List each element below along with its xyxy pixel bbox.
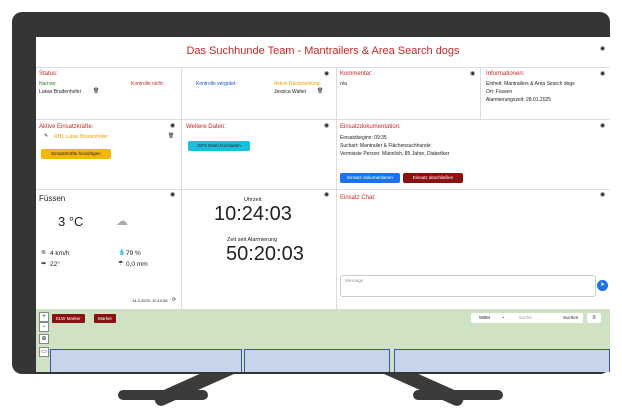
weather-humidity: 79 % bbox=[126, 250, 141, 257]
map-search-input[interactable]: Suche bbox=[519, 315, 532, 321]
search-area[interactable] bbox=[394, 349, 610, 372]
weather-wind: 4 km/h bbox=[50, 250, 70, 257]
zoom-in-button[interactable]: + bbox=[39, 312, 49, 322]
add-einsatzkraefte-button[interactable]: Einsatzkräfte hinzufügen bbox=[41, 149, 111, 159]
eye-icon[interactable]: ◉ bbox=[600, 122, 605, 129]
weather-rain: 0,0 mm bbox=[126, 261, 148, 268]
clock-time: 10:24:03 bbox=[214, 203, 292, 225]
status-person: Jessica Walter bbox=[274, 89, 307, 95]
divider bbox=[36, 189, 610, 190]
trash-icon[interactable]: 🗑 bbox=[317, 88, 323, 95]
tv-frame: Das Suchhunde Team - Mantrailers & Area … bbox=[12, 12, 610, 374]
map[interactable]: + − ⊕ ▭ ELW Marker Marker WBM ⌄ Suche Su… bbox=[36, 309, 610, 372]
zoom-out-button[interactable]: − bbox=[39, 322, 49, 332]
info-line: Alarmierungszeit: 28.01.2025 bbox=[486, 97, 552, 103]
trash-icon[interactable]: 🗑 bbox=[93, 88, 99, 95]
refresh-icon[interactable]: ⟳ bbox=[172, 297, 176, 304]
status-col-aktive: Aktive Rückmeldung: bbox=[274, 81, 321, 87]
kraefte-heading: Aktive Einsatzkräfte: bbox=[39, 124, 94, 130]
kommentar-heading: Kommentar: bbox=[340, 71, 373, 77]
search-area[interactable] bbox=[50, 349, 242, 372]
umbrella-icon: ☂ bbox=[118, 261, 124, 267]
einsatz-dokumentieren-button[interactable]: Einsatz dokumentieren bbox=[340, 173, 400, 183]
divider bbox=[181, 67, 182, 309]
chat-heading: Einsatz Chat: bbox=[340, 195, 376, 201]
wind-icon: ≋ bbox=[41, 250, 47, 256]
map-search-button[interactable]: Suchen bbox=[563, 315, 578, 321]
divider bbox=[480, 67, 481, 119]
kraefte-item: RH1 Lukas Brudenhofer bbox=[54, 134, 108, 140]
tv-stand-foot-left bbox=[118, 390, 208, 400]
eye-icon[interactable]: ◉ bbox=[600, 70, 605, 77]
eye-icon[interactable]: ◉ bbox=[170, 122, 175, 129]
gpx-upload-button[interactable]: GPX Datei hochladen bbox=[188, 141, 250, 151]
weitere-heading: Weitere Daten: bbox=[186, 124, 226, 130]
eye-icon[interactable]: ◉ bbox=[324, 122, 329, 129]
eye-icon[interactable]: ◉ bbox=[324, 191, 329, 198]
doku-line: Suchart: Mantrailer & Flächensuchhunde bbox=[340, 143, 431, 149]
chat-message-input[interactable]: Message bbox=[340, 275, 596, 297]
cloud-icon: ☁ bbox=[116, 214, 128, 228]
divider bbox=[36, 67, 610, 68]
eye-icon[interactable]: ◉ bbox=[600, 45, 605, 52]
marker-button[interactable]: Marker bbox=[94, 314, 117, 323]
eye-icon[interactable]: ◉ bbox=[170, 191, 175, 198]
dashboard-screen: Das Suchhunde Team - Mantrailers & Area … bbox=[36, 37, 610, 372]
map-layer-select[interactable]: WBM bbox=[479, 315, 490, 321]
weather-temp: 3 °C bbox=[58, 214, 84, 229]
tv-stand-foot-right bbox=[413, 390, 503, 400]
info-line: Ort: Füssen bbox=[486, 89, 513, 95]
map-control-icon[interactable]: ▭ bbox=[39, 347, 49, 357]
layers-icon[interactable]: ≡ bbox=[587, 313, 601, 323]
info-heading: Informationen: bbox=[486, 71, 525, 77]
eye-icon[interactable]: ◉ bbox=[600, 191, 605, 198]
trash-icon[interactable]: 🗑 bbox=[168, 133, 174, 140]
status-col-narrow: Narrow: bbox=[39, 81, 57, 87]
map-search-bar: WBM ⌄ Suche Suchen bbox=[471, 313, 583, 323]
weather-direction: 22° bbox=[50, 261, 60, 268]
send-icon[interactable]: ➤ bbox=[597, 280, 608, 291]
droplet-icon: 💧 bbox=[118, 250, 126, 256]
divider bbox=[36, 119, 610, 120]
divider bbox=[336, 67, 337, 309]
eye-icon[interactable]: ◉ bbox=[324, 70, 329, 77]
doku-line: Vermisste Person: Männlich, 85 Jahre, Di… bbox=[340, 151, 450, 157]
einsatz-abschliessen-button[interactable]: Einsatz abschließen bbox=[403, 173, 463, 183]
info-line: Einheit: Mantrailers & Area Search dogs bbox=[486, 81, 575, 87]
status-col-kontrolle-nicht: Kontrolle nicht: bbox=[131, 81, 165, 87]
doku-heading: Einsatzdokumentation: bbox=[340, 124, 401, 130]
eye-icon[interactable]: ◉ bbox=[470, 70, 475, 77]
chat-placeholder: Message bbox=[345, 278, 364, 283]
chevron-down-icon[interactable]: ⌄ bbox=[501, 314, 505, 321]
elw-marker-button[interactable]: ELW Marker bbox=[52, 314, 85, 323]
map-control-icon[interactable]: ⊕ bbox=[39, 334, 49, 344]
doku-line: Einsatzbeginn: 09:35 bbox=[340, 135, 387, 141]
weather-city: Füssen bbox=[39, 194, 66, 203]
page-title: Das Suchhunde Team - Mantrailers & Area … bbox=[186, 45, 460, 57]
pencil-icon[interactable]: ✎ bbox=[44, 133, 48, 140]
status-heading: Status: bbox=[39, 71, 58, 77]
status-person: Lukas Brudenhofer bbox=[39, 89, 82, 95]
weather-updated: 14.3.2025, 10:10:56 bbox=[132, 298, 168, 303]
kommentar-value: n/a bbox=[340, 81, 347, 87]
since-alarm-time: 50:20:03 bbox=[226, 243, 304, 265]
status-col-kontrolle-verguetet: Kontrolle vergütet: bbox=[196, 81, 237, 87]
arrow-right-icon: ➡ bbox=[41, 261, 47, 267]
search-area[interactable] bbox=[244, 349, 390, 372]
